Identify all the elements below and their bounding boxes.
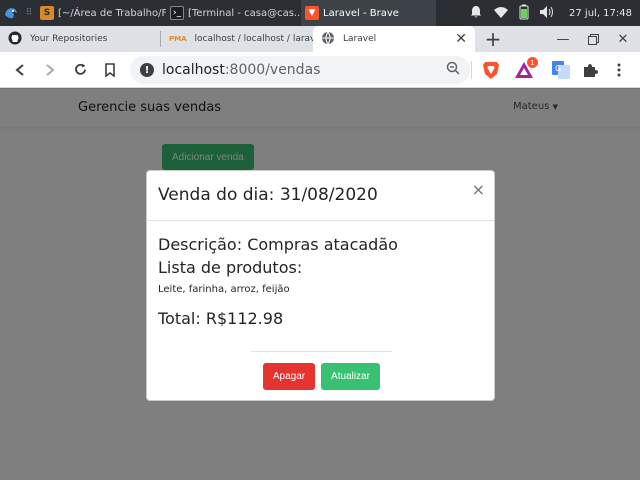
back-icon[interactable] (5, 55, 35, 85)
toolbar-separator (471, 61, 472, 79)
site-info-icon[interactable]: ! (140, 63, 154, 77)
browser-tab-strip: Your Repositories PMA localhost / localh… (0, 26, 640, 52)
tab-your-repositories[interactable]: Your Repositories (0, 26, 160, 52)
new-tab-button[interactable]: + (475, 26, 511, 52)
workspace-switcher-icon[interactable]: ⠿ (22, 0, 36, 26)
task-file-manager[interactable]: S [~/Área de Trabalho/F... (36, 0, 166, 26)
address-bar[interactable]: ! localhost:8000/vendas (130, 56, 470, 84)
globe-icon (321, 31, 335, 48)
task-label: [~/Área de Trabalho/F... (58, 7, 166, 19)
zoom-icon[interactable] (446, 61, 460, 79)
wifi-icon[interactable] (493, 5, 509, 22)
task-brave[interactable]: ▼ Laravel - Brave (301, 0, 436, 26)
tab-label: Your Repositories (30, 34, 108, 44)
products-heading: Lista de produtos: (158, 258, 303, 277)
url-path: :8000/vendas (224, 62, 321, 78)
translate-icon[interactable]: G (549, 58, 573, 82)
brave-icon: ▼ (305, 6, 319, 20)
browser-toolbar: ! localhost:8000/vendas (0, 52, 640, 88)
tab-phpmyadmin[interactable]: PMA localhost / localhost / larav (161, 26, 313, 52)
tab-label: Laravel (343, 34, 377, 44)
tab-label: localhost / localhost / larav (194, 34, 313, 44)
products-list: Leite, farinha, arroz, feijão (158, 284, 290, 295)
browser-menu-icon[interactable] (607, 58, 631, 82)
url-text[interactable]: localhost:8000/vendas (162, 62, 320, 78)
forward-icon[interactable] (35, 55, 65, 85)
restore-icon[interactable] (580, 26, 606, 52)
modal-body: Descrição: Compras atacadão Lista de pro… (147, 221, 494, 328)
reload-icon[interactable] (65, 55, 95, 85)
extensions-puzzle-icon[interactable] (578, 58, 602, 82)
close-window-icon[interactable]: ✕ (610, 26, 636, 52)
modal-header: Venda do dia: 31/08/2020 × (147, 171, 494, 221)
update-button[interactable]: Atualizar (321, 363, 380, 390)
tab-laravel[interactable]: Laravel ✕ (313, 26, 475, 52)
github-icon (8, 31, 22, 48)
phpmyadmin-icon: PMA (169, 35, 187, 43)
page-viewport: Gerencie suas vendas Mateus ▼ Adicionar … (0, 89, 640, 480)
bookmark-icon[interactable] (95, 55, 125, 85)
terminal-icon: ›_ (170, 6, 184, 20)
battery-icon[interactable] (519, 4, 529, 23)
brave-shields-icon[interactable] (479, 58, 503, 82)
brave-rewards-icon[interactable]: 1 (512, 57, 538, 82)
task-label: Laravel - Brave (323, 7, 399, 19)
task-terminal[interactable]: ›_ [Terminal - casa@cas... (166, 0, 301, 26)
os-taskbar: ⠿ S [~/Área de Trabalho/F... ›_ [Termina… (0, 0, 640, 26)
svg-text:G: G (555, 64, 561, 73)
notification-bell-icon[interactable] (469, 5, 483, 22)
sublime-icon: S (40, 6, 54, 20)
modal-divider (251, 351, 392, 352)
rewards-badge: 1 (527, 57, 538, 68)
clock[interactable]: 27 jul, 17:48 (569, 8, 632, 19)
sale-description: Descrição: Compras atacadão (158, 235, 398, 254)
url-host: localhost (162, 62, 225, 78)
delete-button[interactable]: Apagar (263, 363, 315, 390)
sale-total: Total: R$112.98 (158, 309, 284, 328)
close-tab-icon[interactable]: ✕ (455, 31, 467, 47)
sale-modal: Venda do dia: 31/08/2020 × Descrição: Co… (146, 170, 495, 401)
minimize-icon[interactable]: — (550, 26, 576, 52)
task-label: [Terminal - casa@cas... (188, 7, 301, 19)
modal-title: Venda do dia: 31/08/2020 (158, 185, 378, 205)
close-icon[interactable]: × (472, 180, 485, 199)
menu-logo-icon[interactable] (0, 0, 22, 26)
volume-icon[interactable] (539, 5, 555, 22)
